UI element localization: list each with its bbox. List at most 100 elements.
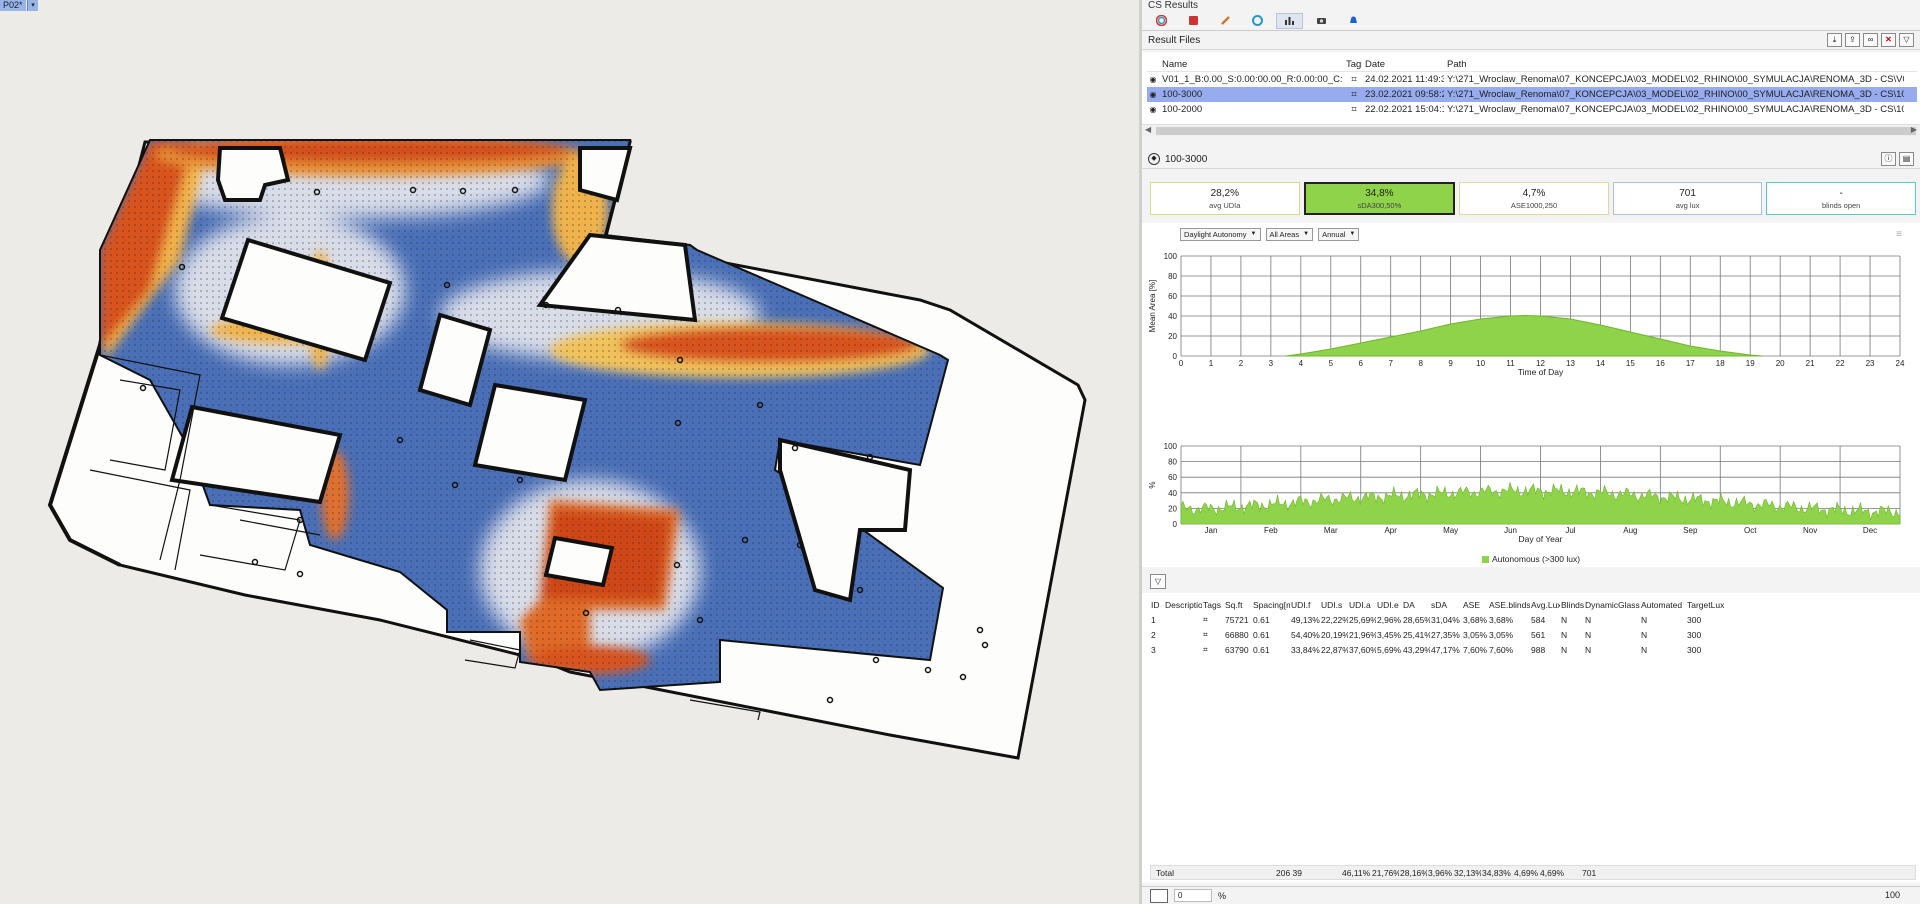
col-8[interactable]: UDI.e	[1376, 600, 1402, 610]
col-path[interactable]: Path	[1444, 59, 1904, 70]
col-date[interactable]: Date	[1362, 59, 1444, 70]
x-tick-label: Sep	[1683, 526, 1698, 535]
col-1[interactable]: Description	[1164, 600, 1202, 610]
viewport-dropdown-icon[interactable]: ▾	[27, 0, 38, 11]
col-9[interactable]: DA	[1402, 600, 1430, 610]
table-row[interactable]: 2 ⌗ 66880 0.61 54,40% 20,19% 21,96% 3,45% 25,41%…	[1150, 627, 1726, 642]
tag-icon[interactable]: ⌗	[1343, 104, 1362, 115]
rhino-viewport[interactable]: P02* ▾	[0, 0, 1139, 904]
period-dropdown[interactable]: Annual ▼	[1318, 228, 1360, 241]
filter-files-button[interactable]: ▽	[1899, 33, 1914, 47]
result-status-icon: ◆	[1148, 153, 1160, 165]
y-axis-label: Mean Area [%]	[1148, 280, 1157, 332]
scroll-thumb[interactable]	[1156, 127, 1916, 135]
visibility-icon[interactable]: ◉	[1147, 105, 1159, 114]
metric-dropdown[interactable]: Daylight Autonomy ▼	[1180, 228, 1261, 241]
threshold-unit: %	[1218, 890, 1227, 901]
max-value: 100	[1884, 890, 1900, 900]
toggle-button[interactable]	[1150, 888, 1168, 903]
x-tick-label: 15	[1626, 359, 1635, 368]
kpi-avg-lux[interactable]: 701 avg lux	[1612, 182, 1763, 215]
col-6[interactable]: UDI.s	[1320, 600, 1348, 610]
chart-legend: Autonomous (>300 lux)	[1142, 554, 1920, 564]
x-tick-label: Jul	[1565, 526, 1575, 535]
result-files-title: Result Files	[1148, 34, 1201, 46]
charts-area: 0 20 40 60 80 100 0 1 2 3 4 5 6 7 8 9 10 11 12 13 14 15 16 17 18…	[1142, 223, 1920, 567]
files-header-row: Name Tags Date Path	[1147, 58, 1917, 72]
col-2[interactable]: Tags	[1202, 600, 1224, 610]
col-13[interactable]: Avg.Lux	[1530, 600, 1560, 610]
total-cell: 28,16%	[1400, 867, 1427, 878]
col-0[interactable]: ID	[1150, 600, 1164, 610]
delete-button[interactable]: ✕	[1881, 33, 1896, 47]
tag-icon[interactable]: ⌗	[1343, 89, 1362, 100]
kpi-ase[interactable]: 4,7% ASE1000,250	[1459, 182, 1609, 215]
table-row[interactable]: 1 ⌗ 75721 0.61 49,13% 22,22% 25,69% 2,96% 28,65%…	[1150, 612, 1726, 627]
floor-plan-heatmap	[47, 139, 1087, 760]
tag-icon: ⌗	[1203, 629, 1208, 639]
col-11[interactable]: ASE	[1462, 600, 1488, 610]
col-17[interactable]: TargetLux	[1686, 600, 1726, 610]
visibility-icon[interactable]: ◉	[1147, 75, 1159, 84]
col-14[interactable]: Blinds	[1560, 600, 1584, 610]
visibility-icon[interactable]: ◉	[1147, 90, 1159, 99]
filter-areas-button[interactable]: ▽	[1150, 574, 1166, 589]
scroll-right-icon[interactable]: ▶	[1911, 125, 1917, 134]
col-5[interactable]: UDI.f	[1290, 600, 1320, 610]
x-tick-label: 23	[1866, 359, 1875, 368]
export-button[interactable]: ⇪	[1845, 33, 1860, 47]
col-10[interactable]: sDA	[1430, 600, 1462, 610]
color-wheel-icon[interactable]	[1148, 13, 1175, 29]
viewport-layer-tag[interactable]: P02*	[0, 0, 26, 11]
x-tick-label: Jan	[1205, 526, 1218, 535]
info-button[interactable]: ⓘ	[1881, 152, 1896, 166]
x-tick-label: Apr	[1384, 526, 1397, 535]
x-tick-label: May	[1443, 526, 1458, 535]
threshold-input[interactable]: 0	[1174, 889, 1212, 902]
kpi-avg-udia[interactable]: 28,2% avg UDIa	[1150, 182, 1300, 215]
scroll-left-icon[interactable]: ◀	[1145, 125, 1151, 134]
total-cell: 206 39	[1276, 867, 1302, 878]
col-15[interactable]: DynamicGlass	[1584, 600, 1640, 610]
col-4[interactable]: Spacing[m]	[1252, 600, 1290, 610]
x-tick-label: 13	[1566, 359, 1575, 368]
horizontal-scrollbar[interactable]: ◀ ▶	[1142, 124, 1920, 136]
col-name[interactable]: Name	[1159, 59, 1343, 70]
x-tick-label: 3	[1269, 359, 1274, 368]
x-tick-label: 5	[1329, 359, 1334, 368]
table-row[interactable]: 3 ⌗ 63790 0.61 33,84% 22,87% 37,60% 5,69% 43,29%…	[1150, 642, 1726, 657]
total-cell: 32,13%	[1454, 867, 1481, 878]
area-dropdown[interactable]: All Areas ▼	[1265, 228, 1314, 241]
chart-icon[interactable]	[1276, 12, 1303, 29]
kpi-sda[interactable]: 34,8% sDA300,50%	[1303, 182, 1456, 215]
x-tick-label: 20	[1776, 359, 1785, 368]
y-tick-label: 40	[1168, 312, 1177, 321]
col-3[interactable]: Sq.ft	[1224, 600, 1252, 610]
report-button[interactable]: ▤	[1899, 152, 1914, 166]
col-7[interactable]: UDI.a	[1348, 600, 1376, 610]
y-tick-label: 80	[1168, 458, 1177, 467]
table-row[interactable]: ◉ 100-2000 ⌗ 22.02.2021 15:04:11 Y:\271_…	[1147, 102, 1917, 117]
x-tick-label: 9	[1448, 359, 1453, 368]
col-12[interactable]: ASE.blinds	[1488, 600, 1530, 610]
pencil-icon[interactable]	[1212, 13, 1239, 29]
tag-icon[interactable]: ⌗	[1343, 74, 1362, 85]
col-16[interactable]: Automated	[1640, 600, 1686, 610]
bookmark-icon[interactable]	[1180, 13, 1207, 29]
total-cell: 4,69%	[1514, 867, 1539, 878]
kpi-blinds-open[interactable]: - blinds open	[1766, 182, 1916, 215]
total-cell: Total	[1156, 867, 1174, 878]
table-row[interactable]: ◉ 100-3000 ⌗ 23.02.2021 09:58:28 Y:\271_…	[1147, 87, 1917, 102]
link-button[interactable]: ∞	[1863, 33, 1878, 47]
result-files-header: Result Files ⤓ ⇪ ∞ ✕ ▽	[1142, 31, 1920, 50]
refresh-icon[interactable]	[1244, 13, 1271, 29]
total-cell: 701	[1582, 867, 1597, 878]
x-tick-label: Jun	[1504, 526, 1517, 535]
chart-menu-icon[interactable]: ≡	[1896, 229, 1902, 240]
camera-icon[interactable]	[1308, 13, 1335, 29]
col-tags[interactable]: Tags	[1343, 59, 1362, 70]
bell-icon[interactable]	[1340, 13, 1367, 29]
kpi-row: 28,2% avg UDIa 34,8% sDA300,50% 4,7% ASE100…	[1150, 182, 1916, 215]
download-button[interactable]: ⤓	[1827, 33, 1842, 47]
table-row[interactable]: ◉ V01_1_B:0.00_S:0.00:00.00_R:0.00:00_C:…	[1147, 72, 1917, 87]
